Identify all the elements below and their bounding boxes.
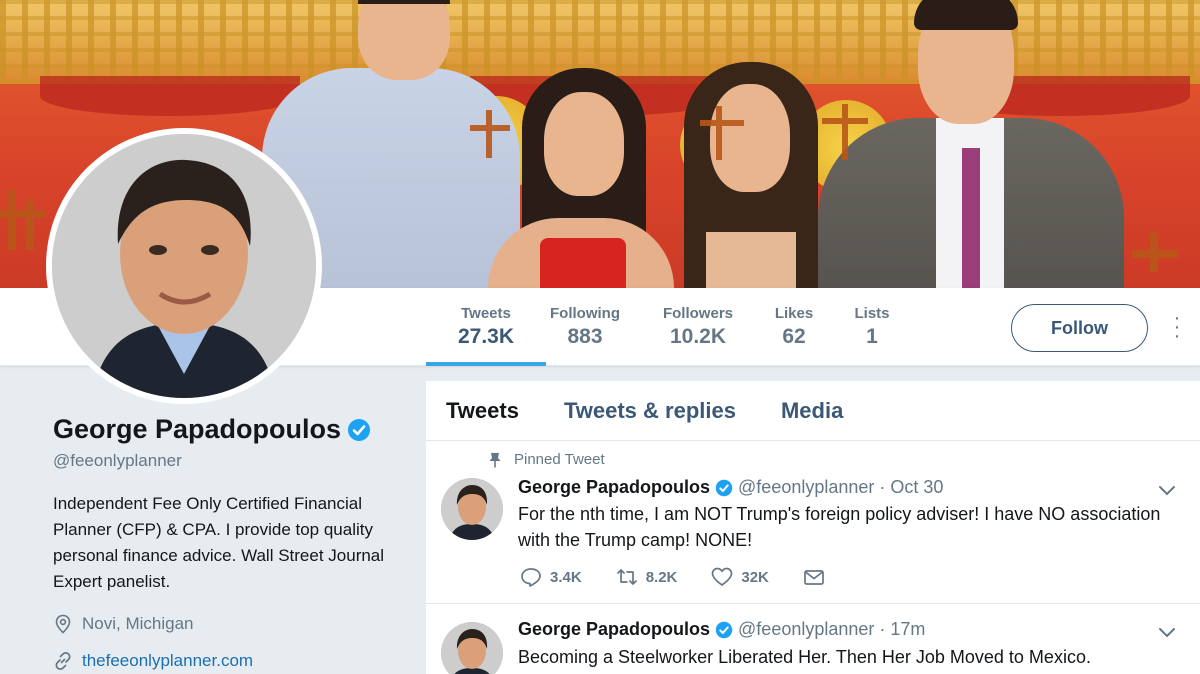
retweet-action[interactable]: 8.2K: [616, 567, 678, 587]
stat-value: 883: [567, 325, 603, 348]
tweet[interactable]: Pinned Tweet George Papadopoulos @feeonl…: [426, 441, 1200, 604]
tweet-timestamp[interactable]: · Oct 30: [879, 477, 943, 498]
website-link[interactable]: thefeeonlyplanner.com: [82, 651, 253, 671]
retweet-icon: [616, 569, 637, 585]
reply-count: 3.4K: [550, 568, 582, 586]
verified-badge-icon: [715, 479, 733, 496]
stat-value: 1: [866, 325, 878, 348]
pinned-text: Pinned Tweet: [514, 451, 605, 468]
stat-value: 10.2K: [669, 325, 727, 348]
tweet-author-handle[interactable]: @feeonlyplanner: [738, 477, 874, 498]
profile-website[interactable]: thefeeonlyplanner.com: [53, 651, 253, 671]
tweet-avatar[interactable]: [441, 478, 503, 540]
tweet-author-handle[interactable]: @feeonlyplanner: [738, 619, 874, 640]
profile-stats: Tweets 27.3K Following 883 Followers 10.…: [426, 288, 894, 366]
more-vertical-icon[interactable]: · · ·: [1170, 308, 1184, 346]
tweet-text: For the nth time, I am NOT Trump's forei…: [518, 504, 1161, 550]
location-pin-icon: [55, 614, 71, 634]
tweet-actions: 3.4K 8.2K 32K: [520, 567, 859, 587]
avatar-portrait: [441, 478, 503, 540]
profile-name[interactable]: George Papadopoulos: [53, 414, 371, 445]
banner-person: [818, 0, 1124, 288]
stat-tweets[interactable]: Tweets 27.3K: [426, 288, 546, 366]
tab-tweets-and-replies[interactable]: Tweets & replies: [564, 381, 736, 440]
stat-label: Following: [550, 305, 620, 322]
chevron-down-icon[interactable]: [1158, 485, 1176, 497]
pinned-tweet-label: Pinned Tweet: [488, 451, 605, 468]
verified-badge-icon: [715, 621, 733, 638]
avatar-portrait: [52, 134, 316, 398]
profile-handle[interactable]: @feeonlyplanner: [53, 451, 182, 471]
profile-avatar[interactable]: [46, 128, 322, 404]
like-action[interactable]: 32K: [711, 567, 769, 587]
tweet-avatar[interactable]: [441, 622, 503, 674]
stat-value: 62: [782, 325, 806, 348]
stat-value: 27.3K: [457, 325, 515, 348]
location-text: Novi, Michigan: [82, 614, 194, 633]
profile-name-text: George Papadopoulos: [53, 414, 342, 444]
tweet-header: George Papadopoulos @feeonlyplanner · 17…: [518, 619, 925, 640]
retweet-count: 8.2K: [645, 568, 678, 586]
stat-followers[interactable]: Followers 10.2K: [658, 288, 738, 366]
timeline: Tweets Tweets & replies Media Pinned Twe…: [426, 381, 1200, 674]
direct-message-icon: [804, 570, 824, 585]
link-icon: [55, 652, 71, 670]
banner-person: [488, 68, 674, 288]
tab-media[interactable]: Media: [781, 381, 843, 440]
stat-following[interactable]: Following 883: [546, 288, 624, 366]
profile-location: Novi, Michigan: [53, 614, 194, 634]
stat-label: Tweets: [461, 305, 511, 322]
pin-icon: [489, 452, 501, 467]
stat-label: Followers: [662, 305, 733, 322]
tweet-author-name[interactable]: George Papadopoulos: [518, 619, 710, 640]
stat-label: Lists: [854, 305, 890, 322]
tweet-author-name[interactable]: George Papadopoulos: [518, 477, 710, 498]
follow-button[interactable]: Follow: [1011, 304, 1148, 352]
direct-message-action[interactable]: [803, 567, 825, 587]
like-count: 32K: [741, 568, 769, 586]
tweet[interactable]: George Papadopoulos @feeonlyplanner · 17…: [426, 606, 1200, 674]
banner-person: [666, 62, 836, 288]
tab-tweets[interactable]: Tweets: [446, 381, 519, 440]
heart-icon: [712, 567, 733, 586]
stat-label: Likes: [774, 305, 814, 322]
avatar-portrait: [441, 622, 503, 674]
reply-action[interactable]: 3.4K: [520, 567, 582, 587]
verified-badge-icon: [348, 418, 371, 441]
banner-drape: [40, 76, 300, 116]
tweet-header: George Papadopoulos @feeonlyplanner · Oc…: [518, 477, 943, 498]
timeline-tabs: Tweets Tweets & replies Media: [426, 381, 1200, 441]
tweet-timestamp[interactable]: · 17m: [879, 619, 925, 640]
reply-icon: [521, 568, 541, 587]
stat-likes[interactable]: Likes 62: [772, 288, 816, 366]
tweet-text: Becoming a Steelworker Liberated Her. Th…: [518, 647, 1091, 667]
profile-bio: Independent Fee Only Certified Financial…: [53, 494, 385, 591]
chevron-down-icon[interactable]: [1158, 627, 1176, 639]
stat-lists[interactable]: Lists 1: [850, 288, 894, 366]
